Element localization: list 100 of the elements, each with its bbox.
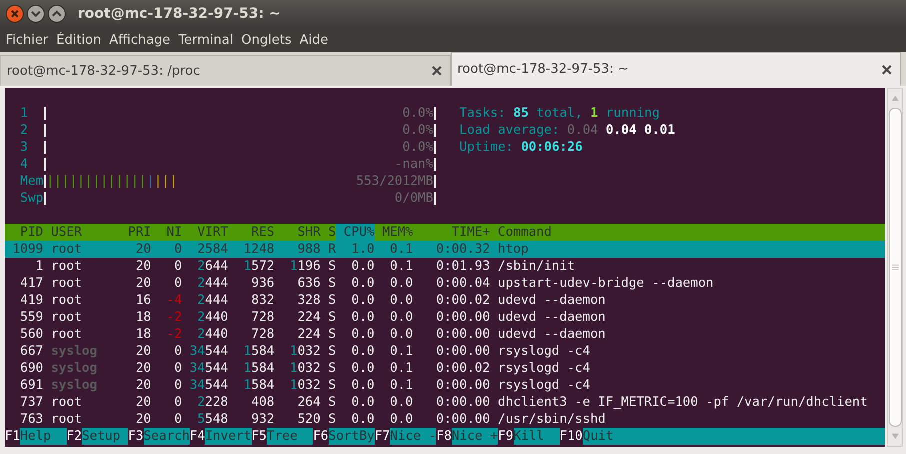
column-header[interactable]: SHR — [274, 224, 321, 241]
close-icon[interactable] — [882, 64, 892, 74]
table-cell-text: 988 — [296, 241, 321, 258]
table-cell-text: 1572 — [242, 258, 275, 275]
maximize-icon[interactable] — [48, 5, 66, 23]
meter-label: Swp — [20, 190, 44, 207]
table-cell-text: 1032 — [288, 343, 321, 360]
process-row[interactable]: 560 root 18 -2 2440 728 224 S 0.0 0.0 0:00.00 udevd --daemon — [5, 326, 885, 343]
table-cell-text: 0.0 — [389, 326, 414, 343]
table-cell-text: S — [328, 326, 336, 343]
table-cell-text: 1032 — [288, 360, 321, 377]
scrollbar-thumb[interactable] — [888, 108, 902, 427]
table-cell-text: 20 — [134, 394, 152, 411]
table-cell-text: 0:00.32 — [435, 241, 490, 258]
terminal-tab[interactable]: root@mc-178-32-97-53: ~ — [450, 52, 901, 86]
table-cell-text: 0:00.00 — [435, 309, 490, 326]
table-cell-text: -2 — [166, 309, 182, 326]
minimize-icon[interactable] — [27, 5, 45, 23]
column-header[interactable]: PID — [5, 224, 44, 241]
process-row[interactable]: 763 root 20 0 5548 932 520 S 0.0 0.0 0:00.00 /usr/sbin/sshd — [5, 411, 885, 428]
table-cell-text: 0.0 — [389, 394, 414, 411]
table-cell-text: /sbin/init — [497, 258, 576, 275]
table-cell-text: 20 — [134, 258, 152, 275]
table-cell-text: 2228 — [196, 394, 228, 411]
meter-label: 2 — [20, 122, 30, 139]
column-header[interactable]: VIRT — [182, 224, 228, 241]
column-header[interactable]: CPU% — [336, 224, 375, 241]
table-cell-text: 559 — [19, 309, 44, 326]
table-cell-text: 0.0 — [350, 343, 375, 360]
process-row[interactable]: 1099 root 20 0 2584 1248 988 R 1.0 0.1 0:00.32 htop — [5, 241, 885, 258]
scrollbar[interactable] — [887, 88, 903, 447]
meter-bar: -nan% — [44, 158, 436, 171]
menu-item[interactable]: Terminal — [174, 32, 238, 48]
menu-item[interactable]: Édition — [52, 32, 106, 48]
window-title: root@mc-178-32-97-53: ~ — [78, 6, 281, 22]
table-cell-text: udevd --daemon — [497, 292, 607, 309]
table-cell-text: 20 — [134, 275, 152, 292]
process-row[interactable]: 691 syslog 20 0 34544 1584 1032 S 0.0 0.1 0:00.00 rsyslogd -c4 — [5, 377, 885, 394]
table-cell-text: 2444 — [196, 292, 228, 309]
table-cell-text: 763 — [19, 411, 44, 428]
table-cell-text: 0 — [173, 258, 182, 275]
column-header[interactable]: S — [320, 224, 336, 241]
terminal-tab[interactable]: root@mc-178-32-97-53: /proc — [0, 55, 450, 86]
column-header[interactable]: PRI — [120, 224, 152, 241]
table-cell-text: 20 — [134, 377, 152, 394]
column-header[interactable]: TIME+ — [413, 224, 490, 241]
table-cell-text: 0.0 — [350, 258, 375, 275]
table-cell-text: 0.0 — [350, 377, 375, 394]
table-cell-text: 636 — [296, 275, 321, 292]
menu-item[interactable]: Affichage — [105, 32, 175, 48]
table-cell-text: 0.0 — [350, 411, 375, 428]
process-row[interactable]: 737 root 20 0 2228 408 264 S 0.0 0.0 0:00.00 dhclient3 -e IF_METRIC=100 -pf /var/run/dhclient — [5, 394, 885, 411]
close-icon[interactable] — [432, 66, 442, 76]
table-cell-text: 1099 — [12, 241, 44, 258]
table-cell-text: 728 — [250, 326, 275, 343]
meter-label: 1 — [20, 105, 30, 122]
table-cell-text: 1584 — [242, 360, 275, 377]
process-row[interactable]: 559 root 18 -2 2440 728 224 S 0.0 0.0 0:00.00 udevd --daemon — [5, 309, 885, 326]
table-cell-text: 2584 — [196, 241, 228, 258]
table-cell-text: 34544 — [188, 377, 228, 394]
table-cell-text: S — [328, 275, 336, 292]
column-header[interactable]: Command — [490, 224, 552, 241]
table-cell-text: 0:00.02 — [435, 292, 490, 309]
process-row[interactable]: 419 root 16 -4 2444 832 328 S 0.0 0.0 0:00.02 udevd --daemon — [5, 292, 885, 309]
table-cell-text: 20 — [134, 343, 152, 360]
table-cell-text: 0.0 — [389, 411, 414, 428]
table-cell-text: dhclient3 -e IF_METRIC=100 -pf /var/run/dhclient — [497, 394, 869, 411]
table-cell-text: 1032 — [288, 377, 321, 394]
menu-item[interactable]: Onglets — [238, 32, 296, 48]
table-cell-text: S — [328, 394, 336, 411]
table-cell-text: 5548 — [196, 411, 228, 428]
table-cell-text: S — [328, 360, 336, 377]
process-row[interactable]: 667 syslog 20 0 34544 1584 1032 S 0.0 0.1 0:00.00 rsyslogd -c4 — [5, 343, 885, 360]
table-cell-text: 691 — [19, 377, 44, 394]
menu-item[interactable]: Fichier — [2, 32, 52, 48]
table-cell-text: S — [328, 258, 336, 275]
table-cell-text: 16 — [134, 292, 152, 309]
column-header[interactable]: RES — [228, 224, 275, 241]
table-cell-text: root — [50, 292, 84, 309]
column-header[interactable]: USER — [44, 224, 121, 241]
process-row[interactable]: 690 syslog 20 0 34544 1584 1032 S 0.0 0.1 0:00.02 rsyslogd -c4 — [5, 360, 885, 377]
meter-bar: 0.0% — [44, 107, 436, 120]
close-icon[interactable] — [6, 5, 24, 23]
table-cell-text: 1584 — [242, 377, 275, 394]
column-header[interactable]: NI — [151, 224, 182, 241]
process-row[interactable]: 1 root 20 0 2644 1572 1196 S 0.0 0.1 0:01.93 /sbin/init — [5, 258, 885, 275]
table-cell-text: 737 — [19, 394, 44, 411]
meter-label: 3 — [20, 139, 30, 156]
table-cell-text: 0.1 — [389, 241, 414, 258]
table-cell-text: 34544 — [188, 360, 228, 377]
column-header[interactable]: MEM% — [374, 224, 414, 241]
process-row[interactable]: 417 root 20 0 2444 936 636 S 0.0 0.0 0:00.04 upstart-udev-bridge --daemon — [5, 275, 885, 292]
table-cell-text: /usr/sbin/sshd — [497, 411, 607, 428]
menu-item[interactable]: Aide — [296, 32, 332, 48]
table-cell-text: 20 — [134, 411, 152, 428]
table-cell-text: 0.0 — [350, 275, 375, 292]
table-cell-text: 520 — [296, 411, 321, 428]
table-cell-text: 20 — [134, 360, 152, 377]
table-cell-text: syslog — [50, 343, 98, 360]
table-cell-text: 1 — [34, 258, 44, 275]
